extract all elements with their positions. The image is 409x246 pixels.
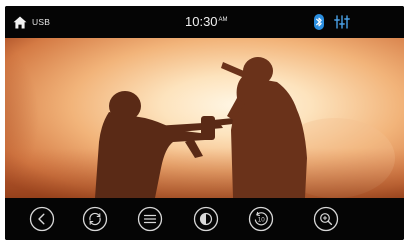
- clock-time: 10:30: [185, 14, 218, 29]
- home-icon: [13, 16, 27, 28]
- media-player-screen: USB 10:30AM 10: [5, 6, 404, 240]
- list-icon: [137, 206, 163, 232]
- equalizer-button[interactable]: [334, 15, 350, 34]
- brightness-button[interactable]: [193, 206, 219, 232]
- repeat-icon: [82, 206, 108, 232]
- back-button[interactable]: [29, 206, 55, 232]
- rewind-10-button[interactable]: 10: [248, 206, 274, 232]
- bluetooth-button[interactable]: [314, 14, 324, 35]
- status-bar: USB 10:30AM: [5, 6, 404, 38]
- svg-text:10: 10: [258, 216, 265, 223]
- clock: 10:30AM: [185, 14, 228, 29]
- control-bar: 10: [5, 198, 404, 240]
- equalizer-icon: [334, 15, 350, 29]
- playlist-button[interactable]: [137, 206, 163, 232]
- video-image: [5, 38, 404, 198]
- replay-10-icon: 10: [248, 206, 274, 232]
- bluetooth-icon: [314, 14, 324, 30]
- home-button[interactable]: USB: [13, 13, 50, 31]
- clock-ampm: AM: [218, 17, 228, 23]
- contrast-icon: [193, 206, 219, 232]
- zoom-in-icon: [313, 206, 339, 232]
- zoom-button[interactable]: [313, 206, 339, 232]
- chevron-left-icon: [29, 206, 55, 232]
- video-frame[interactable]: [5, 38, 404, 198]
- repeat-button[interactable]: [82, 206, 108, 232]
- source-label: USB: [32, 17, 51, 27]
